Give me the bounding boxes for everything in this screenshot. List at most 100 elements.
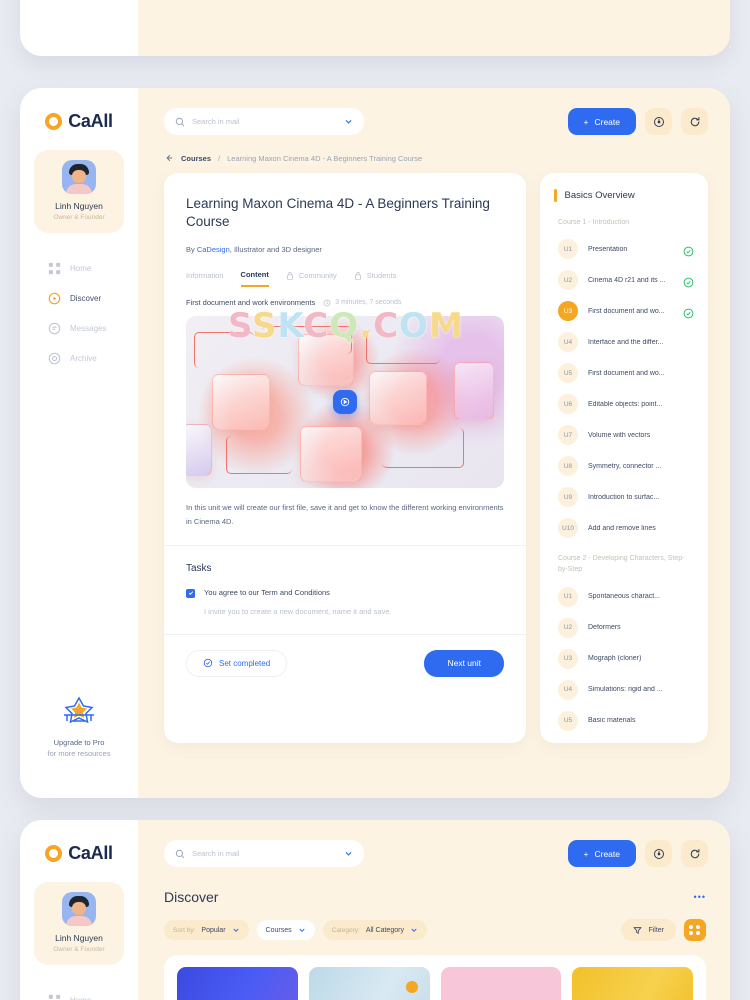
list-item[interactable]: U1 Presentation xyxy=(540,228,708,260)
list-item[interactable]: U5 Basic materials xyxy=(540,700,708,731)
set-completed-button[interactable]: Set completed xyxy=(186,649,288,677)
help-circle-icon[interactable] xyxy=(645,108,672,135)
list-item[interactable]: U7 Volume with vectors xyxy=(540,414,708,446)
play-icon[interactable] xyxy=(333,390,357,415)
search-input[interactable] xyxy=(192,849,337,858)
category-dropdown[interactable]: Category: All Category xyxy=(322,920,427,940)
sidebar-item-messages[interactable]: Messages xyxy=(48,313,138,343)
tab-content[interactable]: Content xyxy=(240,270,269,288)
sidebar-item-discover[interactable]: Discover xyxy=(48,283,138,313)
page-title: Learning Maxon Cinema 4D - A Beginners T… xyxy=(186,196,490,230)
partial-sidebar xyxy=(20,0,138,56)
grid-view-icon[interactable] xyxy=(684,919,706,941)
author-link[interactable]: CaDesign xyxy=(197,245,230,254)
list-item[interactable]: U3 Mograph (cloner) xyxy=(540,638,708,669)
sort-by-dropdown[interactable]: Sort by: Popular xyxy=(164,920,249,940)
terms-checkbox[interactable] xyxy=(186,588,195,598)
overview-header: Basics Overview xyxy=(540,189,708,202)
list-item[interactable]: U6 Editable objects: point... xyxy=(540,383,708,415)
overview-panel: Basics Overview Course 1 - Introduction … xyxy=(540,173,708,743)
logo-ring-icon xyxy=(45,845,63,862)
app-logo[interactable]: CaAll xyxy=(45,843,113,864)
unit-code: U2 xyxy=(558,270,578,291)
unit-code: U8 xyxy=(558,456,578,477)
logo-ring-icon xyxy=(45,113,63,130)
logo-text: CaAll xyxy=(68,111,113,131)
list-item[interactable]: U1 Spontaneous charact... xyxy=(540,576,708,607)
list-item[interactable]: U5 First document and wo... xyxy=(540,352,708,384)
check-circle-icon xyxy=(203,658,213,668)
plus-icon: + xyxy=(583,848,589,859)
tab-students[interactable]: Students xyxy=(354,271,396,286)
search-input[interactable] xyxy=(192,117,337,126)
unit-code: U5 xyxy=(558,710,578,731)
course-screen: CaAll Linh Nguyen Owner & Founder Home D… xyxy=(20,88,730,798)
refresh-icon[interactable] xyxy=(681,840,708,867)
tab-community[interactable]: Community xyxy=(286,271,337,286)
next-unit-button[interactable]: Next unit xyxy=(424,649,504,677)
list-item[interactable]: U10 Add and remove lines xyxy=(540,507,708,539)
list-item[interactable]: U2 Cinema 4D r21 and its ... xyxy=(540,259,708,291)
upgrade-line2: for more resources xyxy=(47,749,111,758)
chevron-down-icon[interactable] xyxy=(344,117,353,126)
upgrade-promo[interactable]: Upgrade to Pro for more resources xyxy=(20,693,138,758)
refresh-icon[interactable] xyxy=(681,108,708,135)
course-card-1[interactable] xyxy=(177,967,298,1000)
user-profile[interactable]: Linh Nguyen Owner & Founder xyxy=(34,882,124,965)
course-card-2[interactable] xyxy=(308,967,430,1000)
list-item[interactable]: U9 Introduction to surfac... xyxy=(540,476,708,508)
search-box[interactable] xyxy=(164,108,364,135)
funnel-icon xyxy=(633,926,643,935)
discover-screen: CaAll Linh Nguyen Owner & Founder Home S… xyxy=(20,820,730,1000)
app-logo[interactable]: CaAll xyxy=(45,111,113,132)
sidebar: CaAll Linh Nguyen Owner & Founder Home xyxy=(20,820,138,1000)
arrow-left-icon[interactable] xyxy=(164,153,174,163)
page-title: Discover xyxy=(164,889,219,905)
topbar: + Create xyxy=(138,88,730,135)
list-item[interactable]: U2 Deformers xyxy=(540,607,708,638)
check-icon xyxy=(683,275,694,288)
unit-code: U1 xyxy=(558,239,578,260)
chevron-down-icon[interactable] xyxy=(344,849,353,858)
course-video-thumbnail[interactable] xyxy=(186,316,504,489)
filter-button[interactable]: Filter xyxy=(621,919,676,941)
search-box[interactable] xyxy=(164,840,364,867)
create-button[interactable]: + Create xyxy=(567,108,636,135)
course-card-3[interactable] xyxy=(440,967,562,1000)
list-item[interactable]: U4 Interface and the differ... xyxy=(540,321,708,353)
help-circle-icon[interactable] xyxy=(645,840,672,867)
list-item-current[interactable]: U3 First document and wo... xyxy=(540,290,708,322)
sidebar-label-messages: Messages xyxy=(70,323,107,333)
sidebar-item-home[interactable]: Home xyxy=(48,985,138,1000)
chevron-down-icon xyxy=(232,926,240,934)
unit-code: U4 xyxy=(558,679,578,700)
breadcrumb-root[interactable]: Courses xyxy=(181,154,211,163)
profile-role: Owner & Founder xyxy=(53,946,105,953)
type-dropdown[interactable]: Courses xyxy=(256,920,315,940)
search-icon xyxy=(175,849,185,859)
topbar-actions: + Create xyxy=(567,108,708,135)
sidebar-item-archive[interactable]: Archive xyxy=(48,343,138,373)
tab-information[interactable]: Information xyxy=(186,271,224,286)
tab-label: Information xyxy=(186,271,224,281)
breadcrumb: Courses / Learning Maxon Cinema 4D - A B… xyxy=(138,135,730,163)
lock-icon xyxy=(354,271,362,281)
more-dots-icon[interactable]: ••• xyxy=(694,892,706,902)
type-value: Courses xyxy=(265,926,292,934)
discover-filters: Sort by: Popular Courses Category: All C… xyxy=(138,905,730,941)
task-label: You agree to our Term and Conditions xyxy=(204,587,330,597)
filter-label: Filter xyxy=(648,926,664,934)
unit-code: U4 xyxy=(558,332,578,353)
unit-description: In this unit we will create our first fi… xyxy=(186,503,504,526)
user-profile[interactable]: Linh Nguyen Owner & Founder xyxy=(34,150,124,233)
unit-header: First document and work environments 3 m… xyxy=(164,287,526,307)
list-item[interactable]: U4 Simulations: rigid and ... xyxy=(540,669,708,700)
unit-title: Symmetry, connector ... xyxy=(588,462,662,470)
avatar xyxy=(62,160,96,194)
sidebar-item-home[interactable]: Home xyxy=(48,253,138,283)
create-button[interactable]: + Create xyxy=(567,840,636,867)
sort-by-value: Popular xyxy=(201,926,226,934)
unit-title: Add and remove lines xyxy=(588,524,656,532)
list-item[interactable]: U8 Symmetry, connector ... xyxy=(540,445,708,477)
course-card-4[interactable] xyxy=(572,967,693,1000)
